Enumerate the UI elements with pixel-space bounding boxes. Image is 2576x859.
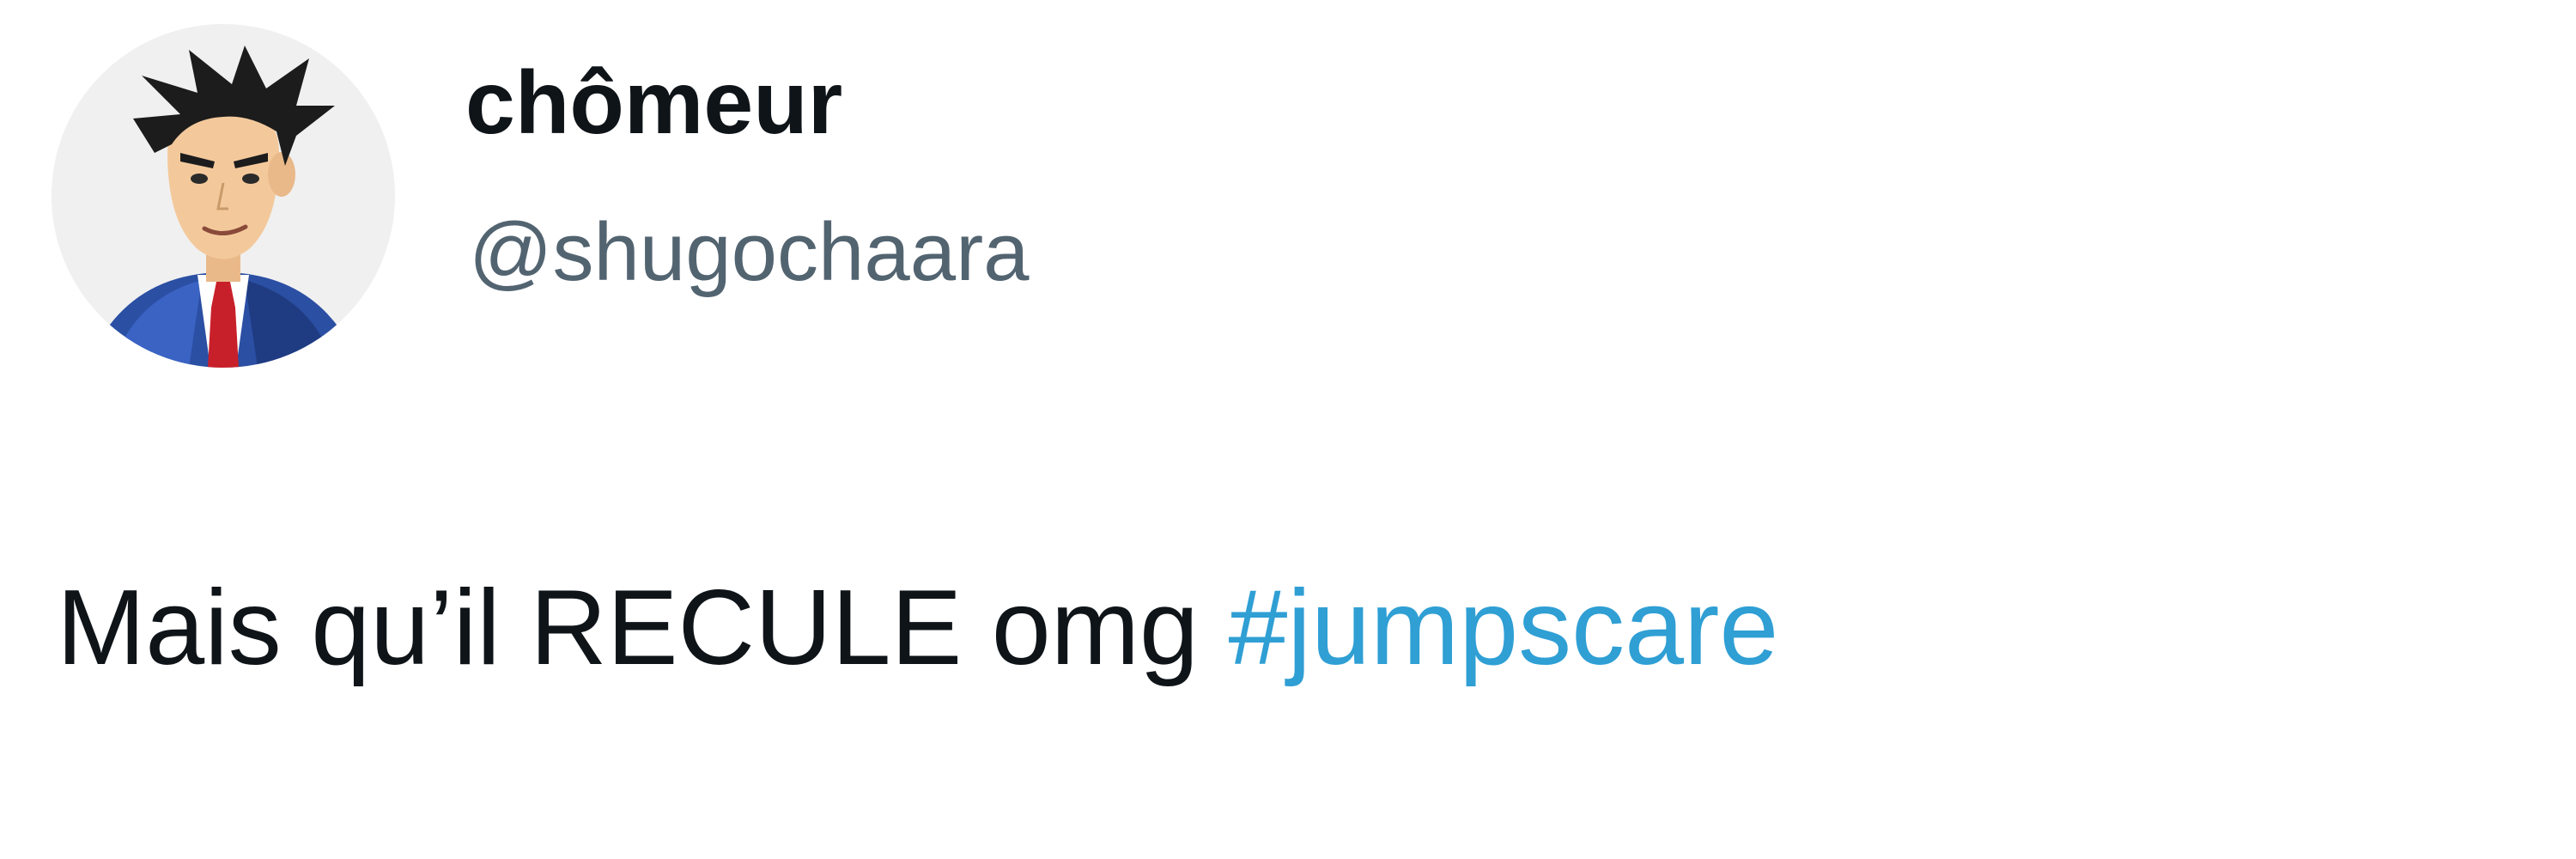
display-name[interactable]: chômeur — [465, 52, 842, 155]
avatar[interactable] — [52, 24, 395, 368]
tweet-card: chômeur @shugochaara Mais qu’il RECULE o… — [0, 0, 2576, 859]
tweet-body: Mais qu’il RECULE omg — [57, 569, 1199, 687]
hashtag-link[interactable]: #jumpscare — [1228, 569, 1778, 687]
tweet-text: Mais qu’il RECULE omg #jumpscare — [57, 564, 1778, 692]
profile-picture-icon — [52, 24, 395, 368]
user-handle[interactable]: @shugochaara — [469, 204, 1030, 301]
